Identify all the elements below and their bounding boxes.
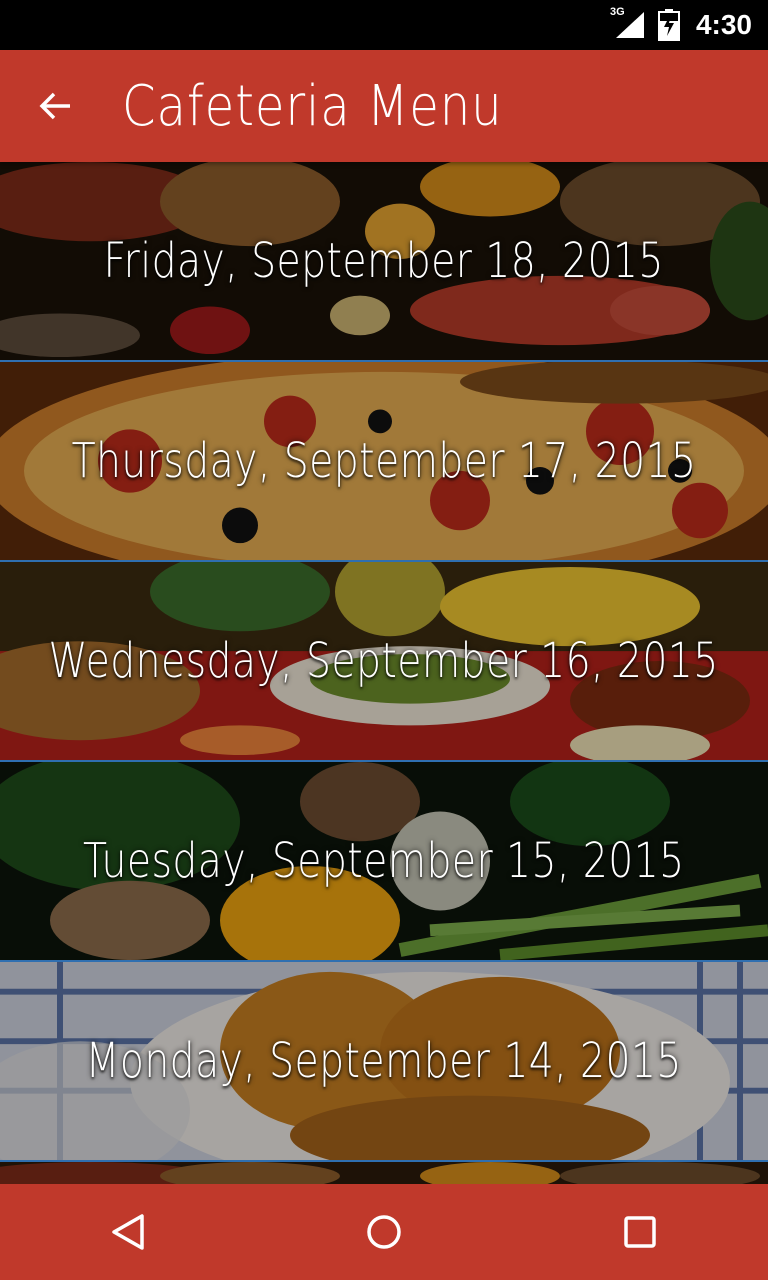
menu-item-wednesday[interactable]: Wednesday, September 16, 2015 [0,562,768,762]
menu-item-tuesday[interactable]: Tuesday, September 15, 2015 [0,762,768,962]
menu-item-shade [0,1162,768,1184]
home-circle-icon [367,1215,401,1249]
menu-item-date: Monday, September 14, 2015 [85,1033,683,1089]
menu-item-partial[interactable] [0,1162,768,1184]
nav-home-button[interactable] [324,1184,444,1280]
back-triangle-icon [112,1214,144,1250]
battery-charging-icon [657,9,680,41]
nav-recents-button[interactable] [580,1184,700,1280]
menu-item-friday[interactable]: Friday, September 18, 2015 [0,162,768,362]
nav-back-button[interactable] [68,1184,188,1280]
status-time: 4:30 [695,9,752,40]
navigation-bar [0,1184,768,1280]
arrow-back-icon [39,92,70,120]
menu-item-monday[interactable]: Monday, September 14, 2015 [0,962,768,1162]
menu-item-date: Friday, September 18, 2015 [103,233,665,289]
menu-list[interactable]: Friday, September 18, 2015 Thursday, Sep [0,162,768,1184]
recents-square-icon [624,1216,656,1248]
menu-item-date: Tuesday, September 15, 2015 [83,833,685,889]
signal-icon: 3G [610,6,646,40]
page-title: Cafeteria Menu [122,73,503,139]
back-button[interactable] [0,50,112,162]
menu-item-date: Wednesday, September 16, 2015 [48,633,720,689]
network-label: 3G [609,6,625,18]
app-bar: Cafeteria Menu [0,50,768,162]
menu-item-thursday[interactable]: Thursday, September 17, 2015 [0,362,768,562]
status-bar: 3G 4:30 [0,0,768,50]
status-icons: 3G 4:30 [610,6,752,42]
menu-item-date: Thursday, September 17, 2015 [71,433,697,489]
